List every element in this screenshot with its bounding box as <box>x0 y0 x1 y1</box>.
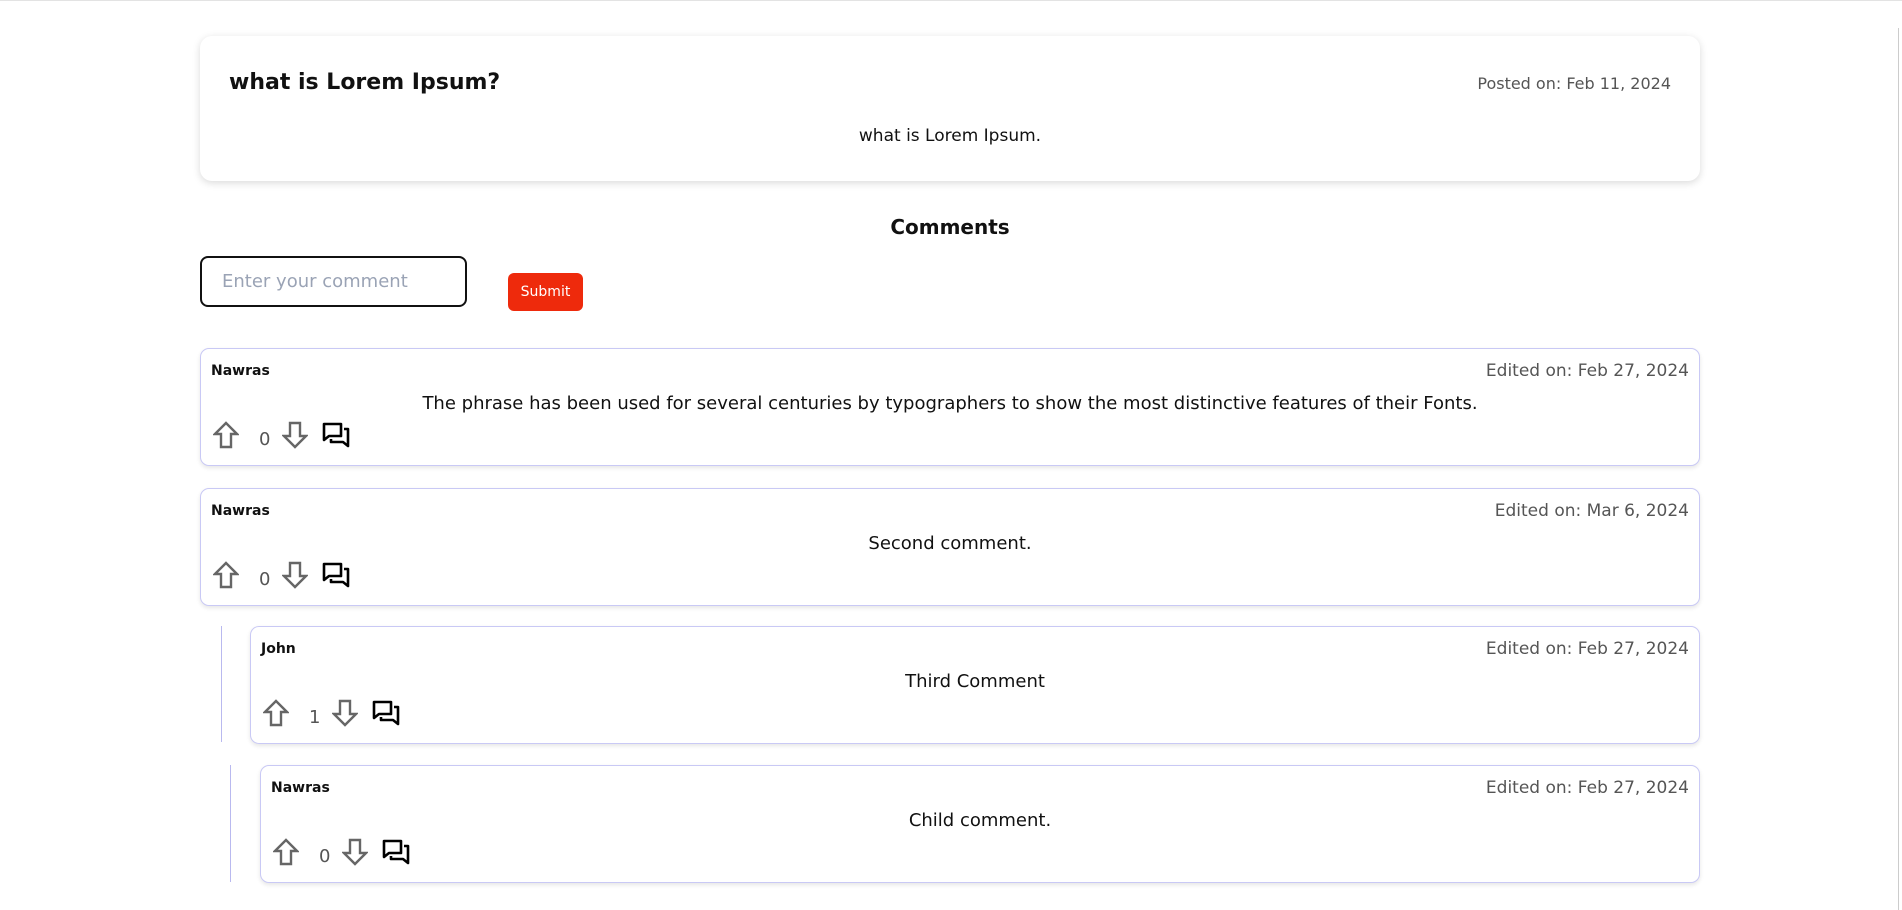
comment-date: Edited on: Mar 6, 2024 <box>1494 501 1689 521</box>
comment-card: Nawras Edited on: Feb 27, 2024 Child com… <box>260 765 1700 883</box>
downvote-icon[interactable] <box>342 838 369 866</box>
downvote-icon[interactable] <box>282 561 309 589</box>
thread-line <box>230 765 231 882</box>
upvote-icon[interactable] <box>273 838 299 866</box>
vote-count: 0 <box>259 428 271 450</box>
vote-count: 0 <box>319 845 331 867</box>
comment-author: Nawras <box>211 503 270 519</box>
comment-card: John Edited on: Feb 27, 2024 Third Comme… <box>250 626 1700 744</box>
reply-icon[interactable] <box>322 422 350 448</box>
comment-text: Second comment. <box>868 533 1032 554</box>
reply-icon[interactable] <box>372 700 400 726</box>
vote-count: 1 <box>309 706 321 728</box>
comment-text: Third Comment <box>905 671 1045 692</box>
thread-line <box>221 626 222 742</box>
comment-date: Edited on: Feb 27, 2024 <box>1485 778 1689 798</box>
post-title: what is Lorem Ipsum? <box>229 70 501 95</box>
downvote-icon[interactable] <box>332 699 359 727</box>
comment-date: Edited on: Feb 27, 2024 <box>1485 361 1689 381</box>
top-border <box>0 0 1902 1</box>
comment-card: Nawras Edited on: Mar 6, 2024 Second com… <box>200 488 1700 606</box>
comment-actions: 1 <box>263 699 400 728</box>
comment-author: Nawras <box>211 363 270 379</box>
upvote-icon[interactable] <box>263 699 289 727</box>
submit-button[interactable]: Submit <box>508 273 583 311</box>
post-card: what is Lorem Ipsum? Posted on: Feb 11, … <box>200 36 1700 181</box>
comment-text: The phrase has been used for several cen… <box>422 393 1478 414</box>
downvote-icon[interactable] <box>282 421 309 449</box>
post-body: what is Lorem Ipsum. <box>858 126 1042 146</box>
comment-author: Nawras <box>271 780 330 796</box>
comment-actions: 0 <box>213 561 350 590</box>
comment-date: Edited on: Feb 27, 2024 <box>1485 639 1689 659</box>
comments-heading: Comments <box>890 215 1010 239</box>
comment-actions: 0 <box>273 838 410 867</box>
reply-icon[interactable] <box>322 562 350 588</box>
comment-text: Child comment. <box>908 810 1052 831</box>
reply-icon[interactable] <box>382 839 410 865</box>
post-date: Posted on: Feb 11, 2024 <box>1477 74 1671 93</box>
comment-input[interactable] <box>200 256 467 307</box>
scrollbar[interactable] <box>1898 28 1899 910</box>
upvote-icon[interactable] <box>213 561 239 589</box>
comment-actions: 0 <box>213 421 350 450</box>
comment-card: Nawras Edited on: Feb 27, 2024 The phras… <box>200 348 1700 466</box>
upvote-icon[interactable] <box>213 421 239 449</box>
vote-count: 0 <box>259 568 271 590</box>
comment-author: John <box>261 641 296 657</box>
